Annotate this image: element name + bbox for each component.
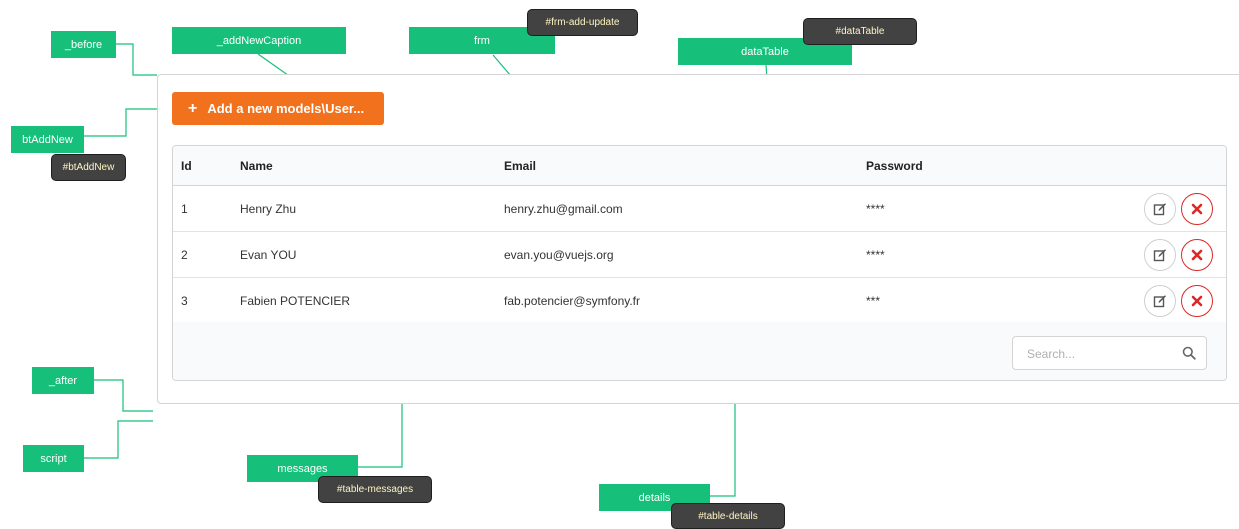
- add-new-button[interactable]: + Add a new models\User...: [172, 92, 384, 125]
- cell-id: 3: [181, 294, 188, 308]
- table-footer: [173, 322, 1226, 380]
- table-row[interactable]: 3 Fabien POTENCIER fab.potencier@symfony…: [173, 278, 1226, 324]
- cell-password: ****: [866, 248, 885, 262]
- delete-icon: [1191, 203, 1203, 215]
- plus-icon: +: [188, 99, 198, 117]
- search-box[interactable]: [1012, 336, 1207, 370]
- cell-name: Fabien POTENCIER: [240, 294, 351, 308]
- search-input[interactable]: [1025, 343, 1169, 365]
- edit-button[interactable]: [1144, 239, 1176, 271]
- table-row[interactable]: 1 Henry Zhu henry.zhu@gmail.com ****: [173, 186, 1226, 232]
- cell-name: Evan YOU: [240, 248, 297, 262]
- edit-icon: [1153, 203, 1166, 216]
- table-row[interactable]: 2 Evan YOU evan.you@vuejs.org ****: [173, 232, 1226, 278]
- frm-id-tag: #frm-add-update: [527, 9, 638, 36]
- edit-icon: [1153, 295, 1166, 308]
- delete-button[interactable]: [1181, 285, 1213, 317]
- cell-name: Henry Zhu: [240, 202, 297, 216]
- cell-email: fab.potencier@symfony.fr: [504, 294, 641, 308]
- edit-button[interactable]: [1144, 285, 1176, 317]
- cell-id: 1: [181, 202, 188, 216]
- details-id-tag: #table-details: [671, 503, 785, 529]
- add-new-caption-label: _addNewCaption: [172, 27, 346, 54]
- delete-icon: [1191, 249, 1203, 261]
- cell-password: ***: [866, 294, 881, 308]
- column-header-password[interactable]: Password: [866, 159, 923, 173]
- delete-button[interactable]: [1181, 193, 1213, 225]
- add-new-button-label: Add a new models\User...: [207, 101, 365, 116]
- search-icon: [1182, 346, 1196, 360]
- script-label: script: [23, 445, 84, 472]
- bt-add-new-label: btAddNew: [11, 126, 84, 153]
- cell-password: ****: [866, 202, 885, 216]
- delete-button[interactable]: [1181, 239, 1213, 271]
- data-table: Id Name Email Password 1 Henry Zhu henry…: [172, 145, 1227, 381]
- delete-icon: [1191, 295, 1203, 307]
- table-header: Id Name Email Password: [173, 146, 1226, 186]
- data-table-id-tag: #dataTable: [803, 18, 917, 45]
- edit-icon: [1153, 249, 1166, 262]
- column-header-name[interactable]: Name: [240, 159, 273, 173]
- before-label: _before: [51, 31, 116, 58]
- cell-email: henry.zhu@gmail.com: [504, 202, 623, 216]
- after-label: _after: [32, 367, 94, 394]
- column-header-email[interactable]: Email: [504, 159, 536, 173]
- messages-id-tag: #table-messages: [318, 476, 432, 503]
- column-header-id[interactable]: Id: [181, 159, 192, 173]
- cell-id: 2: [181, 248, 188, 262]
- cell-email: evan.you@vuejs.org: [504, 248, 614, 262]
- edit-button[interactable]: [1144, 193, 1176, 225]
- bt-add-new-id-tag: #btAddNew: [51, 154, 126, 181]
